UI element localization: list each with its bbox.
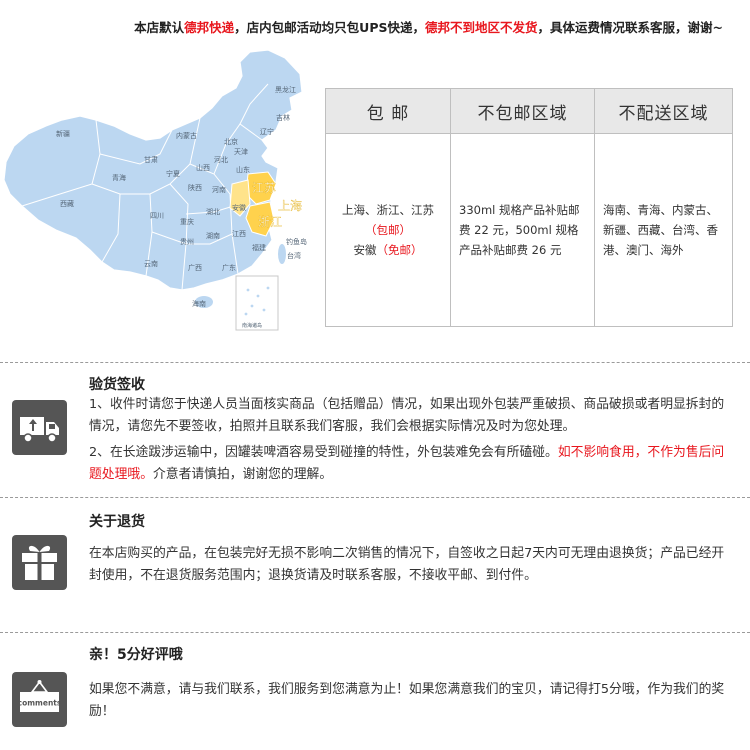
notice-courier: 德邦快递 <box>184 20 235 35</box>
label-sichuan: 四川 <box>150 212 164 220</box>
anhui-text: 安徽 <box>353 243 377 257</box>
label-diaoyu: 钓鱼岛 <box>286 237 307 246</box>
anhui-line: 安徽（免邮） <box>334 240 442 260</box>
label-hunan: 湖南 <box>206 231 220 240</box>
comments-label: comments <box>18 699 62 708</box>
label-jiangxi: 江西 <box>232 230 246 238</box>
label-zhejiang-big: 浙江 <box>258 215 282 229</box>
shipping-table: 包 邮 不包邮区域 不配送区域 上海、浙江、江苏 （包邮） 安徽（免邮） 330… <box>325 88 733 327</box>
header-free-shipping: 包 邮 <box>325 88 451 134</box>
returns-text: 在本店购买的产品，在包装完好无损不影响二次销售的情况下，自签收之日起7天内可无理… <box>89 546 725 583</box>
section-title: 验货签收 <box>89 377 145 393</box>
table-row: 上海、浙江、江苏 （包邮） 安徽（免邮） 330ml 规格产品补贴邮费 22 元… <box>325 133 733 327</box>
notice-text-2: ，店内包邮活动均只包UPS快递， <box>234 20 425 35</box>
free-regions: 上海、浙江、江苏 <box>342 203 434 217</box>
label-jilin: 吉林 <box>276 113 290 122</box>
inspection-p2: 2、在长途跋涉运输中，因罐装啤酒容易受到碰撞的特性，外包装难免会有所磕碰。如不影… <box>89 442 729 486</box>
label-qinghai: 青海 <box>112 173 126 182</box>
header-no-delivery: 不配送区域 <box>594 88 733 134</box>
china-map: 黑龙江 吉林 辽宁 内蒙古 新疆 北京 天津 河北 山西 宁夏 甘肃 青海 山东… <box>0 44 330 334</box>
not-free-cell: 330ml 规格产品补贴邮费 22 元，500ml 规格产品补贴邮费 26 元 <box>450 133 595 327</box>
label-beijing: 北京 <box>224 137 238 146</box>
label-shanxi: 山西 <box>196 163 210 172</box>
divider <box>0 632 750 633</box>
no-delivery-cell: 海南、青海、内蒙古、新疆、西藏、台湾、香港、澳门、海外 <box>594 133 733 327</box>
label-hainan: 海南 <box>192 299 206 308</box>
label-tianjin: 天津 <box>234 148 248 156</box>
label-henan: 河南 <box>212 185 226 194</box>
label-heilongjiang: 黑龙江 <box>275 85 296 94</box>
label-shanghai-big: 上海 <box>278 198 302 213</box>
label-neimenggu: 内蒙古 <box>176 131 197 140</box>
label-xizang: 西藏 <box>60 199 74 208</box>
label-anhui: 安徽 <box>232 203 246 212</box>
label-south-sea: 南海诸岛 <box>242 322 262 329</box>
china-landmass <box>3 49 303 291</box>
label-guangdong: 广东 <box>222 263 236 272</box>
label-jiangsu-big: 江苏 <box>252 181 276 195</box>
label-shandong: 山东 <box>236 165 250 174</box>
header-not-free: 不包邮区域 <box>450 88 595 134</box>
anhui-tag: （免邮） <box>376 243 423 257</box>
label-yunnan: 云南 <box>144 259 158 268</box>
divider <box>0 362 750 363</box>
label-xinjiang: 新疆 <box>56 129 70 138</box>
delivery-truck-icon <box>12 400 67 455</box>
label-gansu: 甘肃 <box>144 155 158 164</box>
free-shipping-cell: 上海、浙江、江苏 （包邮） 安徽（免邮） <box>325 133 451 327</box>
label-shaanxi: 陕西 <box>188 183 202 192</box>
label-guizhou: 贵州 <box>180 237 194 246</box>
label-taiwan: 台湾 <box>287 251 301 260</box>
notice-warning: 德邦不到地区不发货 <box>425 20 538 35</box>
notice-text: 本店默认 <box>134 20 185 35</box>
inspection-text: 1、收件时请您于快递人员当面核实商品（包括赠品）情况，如果出现外包装严重破损、商… <box>89 394 729 486</box>
label-guangxi: 广西 <box>188 263 202 272</box>
section-title: 关于退货 <box>89 514 145 530</box>
inspection-p2-main: 2、在长途跋涉运输中，因罐装啤酒容易受到碰撞的特性，外包装难免会有所磕碰。 <box>89 445 558 460</box>
label-hubei: 湖北 <box>206 207 220 216</box>
label-fujian: 福建 <box>252 243 266 252</box>
gift-box-icon <box>12 535 67 590</box>
taiwan-island <box>278 244 286 264</box>
table-header-row: 包 邮 不包邮区域 不配送区域 <box>325 88 733 134</box>
china-map-graphic: 黑龙江 吉林 辽宁 内蒙古 新疆 北京 天津 河北 山西 宁夏 甘肃 青海 山东… <box>3 49 307 331</box>
divider <box>0 497 750 498</box>
notice-text-3: ，具体运费情况联系客服，谢谢~ <box>537 20 723 35</box>
label-chongqing: 重庆 <box>180 217 194 226</box>
label-hebei: 河北 <box>214 156 228 164</box>
review-text: 如果您不满意，请与我们联系，我们服务到您满意为止！如果您满意我们的宝贝，请记得打… <box>89 682 725 719</box>
section-title: 亲！5分好评哦 <box>89 647 183 663</box>
inspection-p2-end: 介意者请慎拍，谢谢您的理解。 <box>152 467 333 482</box>
inspection-p1: 1、收件时请您于快递人员当面核实商品（包括赠品）情况，如果出现外包装严重破损、商… <box>89 397 725 434</box>
label-ningxia: 宁夏 <box>166 169 180 178</box>
free-tag: （包邮） <box>365 223 411 237</box>
label-liaoning: 辽宁 <box>260 127 274 136</box>
shipping-notice: 本店默认德邦快递，店内包邮活动均只包UPS快递，德邦不到地区不发货，具体运费情况… <box>0 17 750 36</box>
south-sea-inset <box>235 275 279 331</box>
comments-sign-icon: comments <box>12 672 67 727</box>
